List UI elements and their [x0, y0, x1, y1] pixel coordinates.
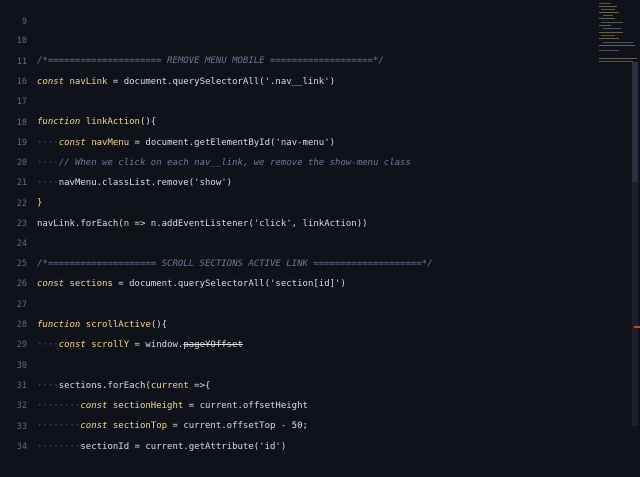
minimap-line — [603, 42, 633, 43]
code-line: 23 — [0, 194, 27, 229]
code-line: 28 ····const scrollY = window.pageYOffse… — [0, 295, 243, 350]
keyword: function — [37, 320, 81, 330]
code-line: 26 — [0, 254, 27, 289]
code-text: } — [37, 198, 43, 208]
minimap-line — [601, 35, 615, 36]
minimap-line — [599, 58, 637, 59]
code-text: = window. — [129, 340, 184, 350]
code-line: 32 ········const sectionTop = current.of… — [0, 376, 308, 431]
comment: // When we click on each nav__link, we r… — [58, 158, 411, 168]
code-text: = current.offsetHeight — [183, 401, 308, 411]
line-number: 34 — [16, 442, 27, 452]
minimap-line — [599, 61, 633, 62]
identifier: sectionHeight — [107, 401, 184, 411]
code-line: 20 ····navMenu.classList.remove('show') — [0, 133, 232, 188]
comment: /*===================== REMOVE MENU MOBI… — [37, 56, 384, 66]
vertical-scrollbar[interactable] — [632, 62, 638, 426]
code-line: 27 function scrollActive(){ — [0, 275, 167, 330]
keyword: const — [80, 401, 108, 411]
minimap-line — [603, 28, 621, 29]
code-line: 29 — [0, 315, 27, 350]
minimap-line — [599, 12, 619, 13]
comment: /*==================== SCROLL SECTIONS A… — [37, 259, 433, 269]
code-line: 11 const navLink = document.querySelecto… — [0, 32, 335, 87]
code-line: 17 function linkAction(){ — [0, 72, 156, 127]
code-line: 24 /*==================== SCROLL SECTION… — [0, 214, 433, 269]
code-line: 18 ····const navMenu = document.getEleme… — [0, 93, 335, 148]
keyword: const — [37, 279, 65, 289]
identifier: sections — [64, 279, 113, 289]
code-line: 30 ····sections.forEach(current =>{ — [0, 336, 211, 391]
code-text: navMenu.classList.remove('show') — [58, 178, 233, 188]
scrollbar-error-marker — [634, 326, 640, 328]
minimap-line — [599, 32, 623, 33]
keyword: const — [37, 77, 65, 87]
identifier: navLink — [64, 77, 108, 87]
code-text: => n.addEventListener('click', linkActio… — [129, 219, 368, 229]
code-text: (){ — [139, 117, 157, 127]
minimap-line — [599, 45, 635, 46]
identifier: sectionTop — [107, 421, 168, 431]
code-line: 19 ····// When we click on each nav__lin… — [0, 113, 411, 168]
code-text: (){ — [150, 320, 168, 330]
minimap-line — [599, 50, 619, 51]
code-line: 34 — [0, 417, 27, 452]
code-line: 33 ········sectionId = current.getAttrib… — [0, 397, 287, 452]
identifier: current — [150, 381, 189, 391]
code-line: 21 } — [0, 153, 43, 208]
minimap-line — [599, 6, 617, 7]
code-editor[interactable]: 9 10 /*===================== REMOVE MENU… — [0, 0, 640, 452]
identifier: scrollY — [85, 340, 130, 350]
code-line: 10 /*===================== REMOVE MENU M… — [0, 11, 384, 66]
keyword: const — [80, 421, 108, 431]
function-name: scrollActive — [80, 320, 151, 330]
code-line: 22 navLink.forEach(n => n.addEventListen… — [0, 174, 368, 229]
code-text: navLink.forEach( — [37, 219, 124, 229]
code-line: 25 const sections = document.querySelect… — [0, 234, 346, 289]
code-text: = current.offsetTop - 50; — [167, 421, 308, 431]
code-text: = document.querySelectorAll('.nav__link'… — [107, 77, 336, 87]
minimap-line — [601, 9, 615, 10]
scrollbar-thumb[interactable] — [632, 62, 638, 182]
minimap-line — [599, 3, 611, 4]
code-text: = document.querySelectorAll('section[id]… — [112, 279, 346, 289]
keyword: function — [37, 117, 81, 127]
minimap-line — [599, 38, 619, 39]
function-name: linkAction — [80, 117, 140, 127]
deprecated-property: pageYOffset — [183, 340, 243, 350]
minimap-line — [603, 15, 613, 16]
code-line: 31 ········const sectionHeight = current… — [0, 356, 308, 411]
code-text: =>{ — [188, 381, 211, 391]
keyword: const — [58, 138, 86, 148]
code-text: sections.forEach( — [58, 381, 151, 391]
minimap-line — [599, 25, 611, 26]
code-text: sectionId = current.getAttribute('id') — [80, 442, 287, 452]
code-line: 16 — [0, 52, 27, 87]
minimap-line — [601, 22, 623, 23]
keyword: const — [58, 340, 86, 350]
minimap-line — [599, 18, 615, 19]
code-text: = document.getElementById('nav-menu') — [129, 138, 336, 148]
identifier: navMenu — [85, 138, 130, 148]
